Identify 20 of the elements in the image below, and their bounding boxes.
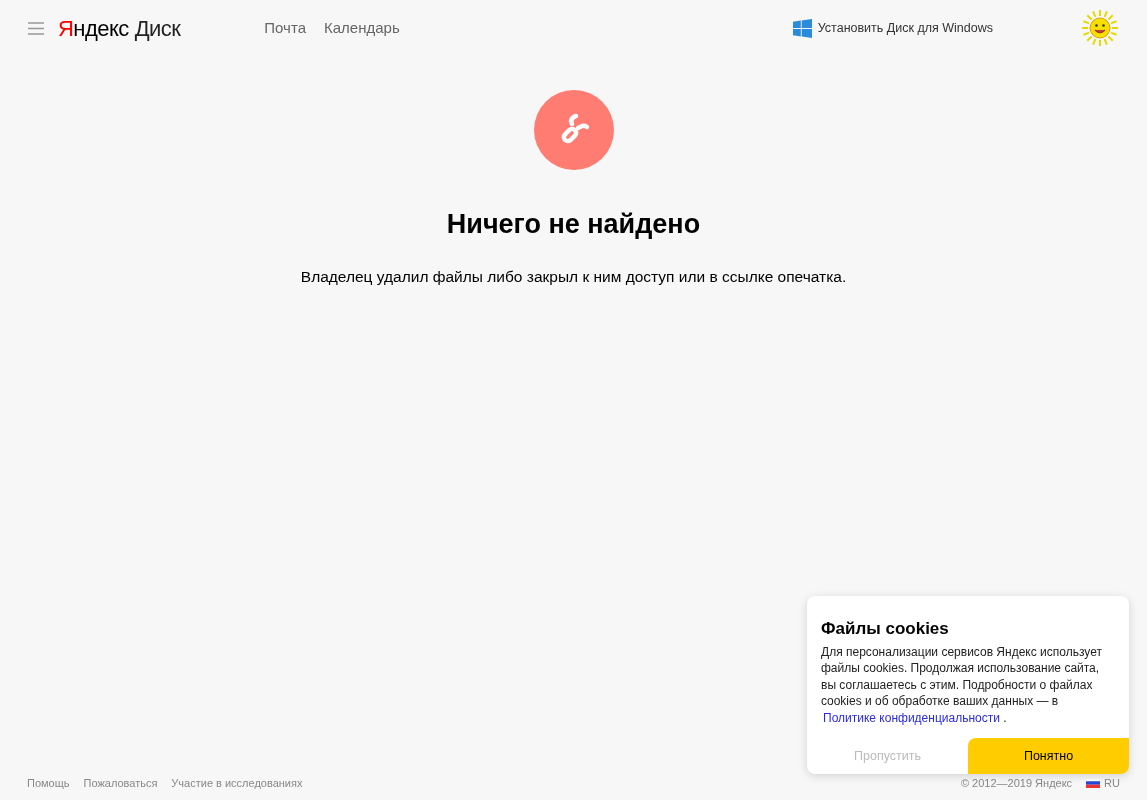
footer-link[interactable]: Участие в исследованиях bbox=[171, 774, 303, 792]
footer-link[interactable]: Пожаловаться bbox=[83, 774, 158, 792]
cookie-text: Для персонализации сервисов Яндекс использует файлы cookies. Продолжая использование сайта, вы соглашаетесь с этим. Подробности о файлах cookies и об обработке ваших данных — в Политике конфиденциальности . bbox=[821, 643, 1103, 726]
cookie-title: Файлы cookies bbox=[821, 618, 950, 640]
accept-button[interactable]: Понятно bbox=[968, 738, 1129, 774]
install-link[interactable]: Установить Диск для Windows bbox=[817, 18, 993, 38]
broken-link-icon bbox=[533, 90, 614, 170]
title: Ничего не найдено bbox=[446, 208, 701, 241]
logo[interactable]: Яндекс Диск bbox=[58, 11, 181, 45]
message-text: Владелец удалил файлы либо закрыл к ним доступ или в ссылке опечатка. bbox=[300, 266, 847, 287]
language-label: RU bbox=[1104, 775, 1120, 791]
nav-link[interactable]: Почта bbox=[264, 16, 306, 40]
windows-icon bbox=[792, 18, 812, 38]
footer-link[interactable]: Помощь bbox=[27, 774, 70, 792]
copyright: © 2012—2019 Яндекс bbox=[960, 775, 1073, 791]
nav-link[interactable]: Календарь bbox=[324, 16, 400, 40]
privacy-link[interactable]: Политике конфиденциальности bbox=[823, 710, 1000, 725]
sun-avatar-icon[interactable] bbox=[1081, 9, 1119, 47]
menu-icon[interactable] bbox=[28, 21, 44, 35]
flag-icon bbox=[1086, 778, 1101, 788]
